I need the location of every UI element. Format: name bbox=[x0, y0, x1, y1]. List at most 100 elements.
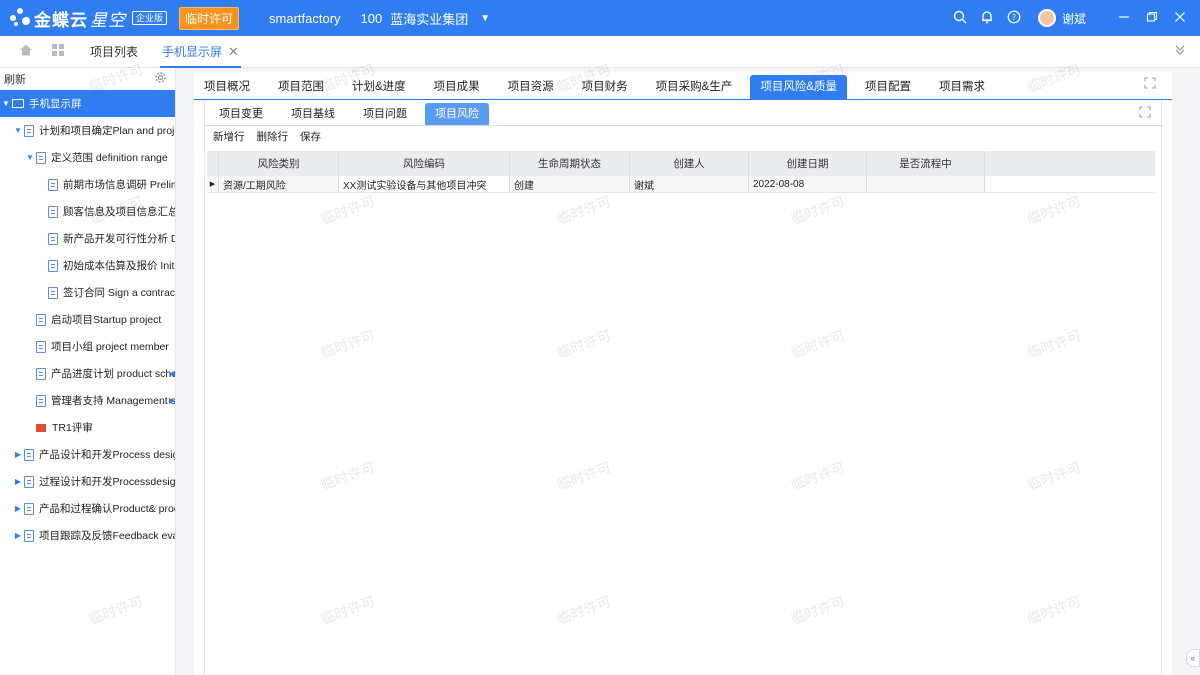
expand-toggle-icon[interactable]: ▼ bbox=[12, 126, 24, 135]
column-header[interactable]: 风险编码 bbox=[339, 151, 510, 176]
project-tabs: 项目概况 项目范围 计划&进度 项目成果 项目资源 项目财务 项目采购&生产 项… bbox=[194, 75, 1003, 99]
table-cell[interactable]: 谢斌 bbox=[630, 176, 749, 192]
tree-node[interactable]: ▶ 过程设计和开发Processdesign bbox=[0, 468, 175, 495]
apps-grid-icon[interactable] bbox=[42, 43, 74, 61]
fullscreen-icon[interactable] bbox=[1144, 77, 1156, 92]
tree-node[interactable]: 顾客信息及项目信息汇总 bbox=[0, 198, 175, 225]
column-header[interactable]: 创建日期 bbox=[749, 151, 867, 176]
help-icon[interactable]: ? bbox=[1001, 10, 1028, 27]
tree-node-label: 启动项目Startup project bbox=[51, 314, 162, 326]
document-icon bbox=[36, 151, 46, 164]
tree-node[interactable]: 前期市场信息调研 Prelim bbox=[0, 171, 175, 198]
tree-node[interactable]: ▼ 定义范围 definition range bbox=[0, 144, 175, 171]
expand-toggle-icon[interactable]: ▼ bbox=[0, 99, 12, 108]
restore-icon[interactable] bbox=[1138, 10, 1166, 26]
tree-node[interactable]: TR1评审 bbox=[0, 414, 175, 441]
tab-baseline[interactable]: 项目基线 bbox=[281, 103, 345, 125]
tab-risks[interactable]: 项目风险 bbox=[425, 103, 489, 125]
tree-node[interactable]: 新产品开发可行性分析 D bbox=[0, 225, 175, 252]
top-right-tools: ? 谢斌 bbox=[947, 0, 1200, 36]
avatar[interactable] bbox=[1037, 9, 1056, 27]
expand-toggle-icon[interactable]: ▼ bbox=[24, 153, 36, 162]
tree-node[interactable]: ▶ 产品设计和开发Process design bbox=[0, 441, 175, 468]
tab-configuration[interactable]: 项目配置 bbox=[855, 75, 921, 99]
tab-change[interactable]: 项目变更 bbox=[209, 103, 273, 125]
tab-plan-schedule[interactable]: 计划&进度 bbox=[342, 75, 416, 99]
expand-toggle-icon[interactable]: ▶ bbox=[12, 531, 24, 540]
license-button[interactable]: 临时许可 bbox=[179, 6, 240, 30]
expand-toggle-icon[interactable]: ▶ bbox=[12, 477, 24, 486]
sidebar-header: 刷新 bbox=[0, 68, 175, 90]
tenant-name[interactable]: smartfactory bbox=[269, 11, 341, 26]
tab-risk-quality[interactable]: 项目风险&质量 bbox=[750, 75, 848, 99]
document-icon bbox=[48, 232, 58, 245]
document-icon bbox=[24, 475, 34, 488]
tree-node[interactable]: ▶ 产品和过程确认Product& proc bbox=[0, 495, 175, 522]
delete-row-button[interactable]: 删除行 bbox=[257, 129, 289, 144]
tab-procurement[interactable]: 项目采购&生产 bbox=[646, 75, 743, 99]
tab-overview[interactable]: 项目概况 bbox=[194, 75, 260, 99]
column-header[interactable]: 风险类别 bbox=[219, 151, 339, 176]
tree-node[interactable]: 初始成本估算及报价 Initi bbox=[0, 252, 175, 279]
close-icon[interactable]: ✕ bbox=[228, 44, 239, 59]
tree-node[interactable]: 启动项目Startup project bbox=[0, 306, 175, 333]
table-cell[interactable]: 创建 bbox=[510, 176, 630, 192]
tree-node[interactable]: ▼ 计划和项目确定Plan and proje bbox=[0, 117, 175, 144]
column-header[interactable]: 生命周期状态 bbox=[510, 151, 630, 176]
save-button[interactable]: 保存 bbox=[300, 129, 321, 144]
tab-deliverables[interactable]: 项目成果 bbox=[424, 75, 490, 99]
tab-issues[interactable]: 项目问题 bbox=[353, 103, 417, 125]
table-cell[interactable] bbox=[867, 176, 985, 192]
tab-finance[interactable]: 项目财务 bbox=[572, 75, 638, 99]
tab-requirements[interactable]: 项目需求 bbox=[929, 75, 995, 99]
logo-icon bbox=[10, 8, 30, 28]
tree-node[interactable]: 签订合同 Sign a contrac bbox=[0, 279, 175, 306]
collapse-icon[interactable] bbox=[1174, 44, 1186, 59]
close-icon[interactable] bbox=[1166, 10, 1194, 26]
tab-scope[interactable]: 项目范围 bbox=[268, 75, 334, 99]
expand-side-panel-icon[interactable]: « bbox=[1186, 649, 1200, 667]
tree-node-root[interactable]: ▼ 手机显示屏 bbox=[0, 90, 175, 117]
tree-node[interactable]: ▶ 项目跟踪及反馈Feedback evalu bbox=[0, 522, 175, 549]
tree-node-label: 签订合同 Sign a contrac bbox=[63, 287, 176, 299]
tree-node[interactable]: 产品进度计划 product sche ◀ bbox=[0, 360, 175, 387]
add-row-button[interactable]: 新增行 bbox=[213, 129, 245, 144]
gear-icon[interactable] bbox=[154, 71, 167, 87]
table-cell[interactable]: 2022-08-08 bbox=[749, 176, 867, 192]
page-tabs-bar: 项目列表 手机显示屏 ✕ bbox=[0, 36, 1200, 68]
tree-node-label: 前期市场信息调研 Prelim bbox=[63, 179, 176, 191]
table-row[interactable]: ▶ 资源/工期风险 XX测试实验设备与其他项目冲突 创建 谢斌 2022-08-… bbox=[207, 176, 1155, 193]
refresh-button[interactable]: 刷新 bbox=[4, 71, 26, 87]
row-pointer-icon: ▶ bbox=[207, 176, 219, 192]
column-header[interactable]: 是否流程中 bbox=[867, 151, 985, 176]
column-header-filler bbox=[985, 151, 1155, 176]
row-indicator-header bbox=[207, 151, 219, 176]
user-name[interactable]: 谢斌 bbox=[1062, 10, 1086, 27]
document-icon bbox=[36, 367, 46, 380]
search-icon[interactable] bbox=[947, 10, 974, 27]
edition-badge: 企业版 bbox=[132, 11, 168, 25]
tree-node[interactable]: 项目小组 project member bbox=[0, 333, 175, 360]
minimize-icon[interactable] bbox=[1110, 10, 1138, 26]
brand-logo[interactable]: 金蝶云 星空 企业版 bbox=[10, 6, 168, 31]
expand-toggle-icon[interactable]: ▶ bbox=[12, 504, 24, 513]
table-cell[interactable]: XX测试实验设备与其他项目冲突 bbox=[339, 176, 510, 192]
document-icon bbox=[24, 448, 34, 461]
table-cell-filler bbox=[985, 176, 1155, 192]
column-header[interactable]: 创建人 bbox=[630, 151, 749, 176]
home-icon[interactable] bbox=[10, 43, 42, 61]
tab-phone-display[interactable]: 手机显示屏 ✕ bbox=[150, 36, 251, 68]
document-icon bbox=[48, 178, 58, 191]
org-selector[interactable]: 100 蓝海实业集团 ▼ bbox=[361, 9, 491, 28]
caret-right-icon[interactable]: ▶ bbox=[169, 396, 175, 405]
tab-project-list[interactable]: 项目列表 bbox=[78, 36, 150, 68]
table-cell[interactable]: 资源/工期风险 bbox=[219, 176, 339, 192]
expand-toggle-icon[interactable]: ▶ bbox=[12, 450, 24, 459]
bell-icon[interactable] bbox=[974, 10, 1001, 27]
tree-node-label: 项目小组 project member bbox=[51, 341, 169, 353]
fullscreen-icon[interactable] bbox=[1139, 106, 1151, 121]
caret-left-icon[interactable]: ◀ bbox=[169, 369, 175, 378]
tree-node[interactable]: 管理者支持 Management s ▶ bbox=[0, 387, 175, 414]
tab-resources[interactable]: 项目资源 bbox=[498, 75, 564, 99]
tree-node-label: 项目跟踪及反馈Feedback evalu bbox=[39, 530, 176, 542]
